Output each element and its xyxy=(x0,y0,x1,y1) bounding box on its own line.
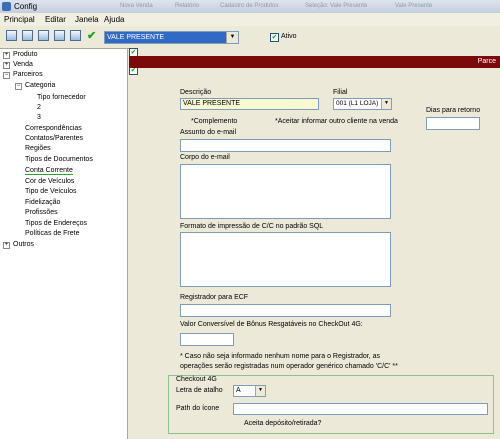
tree-item-category-2[interactable]: 2 xyxy=(37,104,41,111)
corpo-textarea[interactable] xyxy=(180,164,391,219)
valor-conversivel-label: Valor Conversível de Bônus Resgatáveis n… xyxy=(180,321,363,328)
letra-atalho-label: Letra de atalho xyxy=(176,387,223,394)
expand-icon[interactable]: + xyxy=(3,52,10,59)
expand-icon[interactable]: + xyxy=(3,62,10,69)
record-select-value: VALE PRESENTE xyxy=(105,32,227,43)
tree-item-correspondencias[interactable]: Correspondências xyxy=(25,125,82,132)
aceitar-outro-cliente-label: *Aceitar informar outro cliente na venda xyxy=(275,118,398,125)
filial-select[interactable]: 001 (L1 LOJA) ▼ xyxy=(333,98,392,110)
path-icone-input[interactable] xyxy=(233,403,488,415)
filial-label: Filial xyxy=(333,89,348,96)
ativo-label: Ativo xyxy=(281,33,297,40)
menu-editar[interactable]: Editar xyxy=(45,15,66,24)
chevron-down-icon[interactable]: ▼ xyxy=(381,99,391,109)
page-title: Parce xyxy=(477,58,496,65)
title-bar: Config Nova Venda Relatório Cadastro de … xyxy=(0,0,500,13)
chevron-down-icon[interactable]: ▼ xyxy=(226,32,238,43)
letra-atalho-select[interactable]: A ▼ xyxy=(233,385,266,397)
checkout-4g-title: Checkout 4G xyxy=(176,376,217,383)
formato-label: Formato de impressão de C/C no padrão SQ… xyxy=(180,223,324,230)
registrador-note: operações serão registradas num operador… xyxy=(180,363,398,370)
collapse-icon[interactable]: − xyxy=(15,83,22,90)
first-record-icon[interactable] xyxy=(6,30,17,41)
tree-item-tipo-veiculos[interactable]: Tipo de Veículos xyxy=(25,188,77,195)
toolbar: ✔ xyxy=(0,26,500,49)
filial-value: 001 (L1 LOJA) xyxy=(336,100,379,107)
tree-item-profissoes[interactable]: Profissões xyxy=(25,209,58,216)
tree-item-tipos-documentos[interactable]: Tipos de Documentos xyxy=(25,156,93,163)
rewind-icon[interactable] xyxy=(38,30,49,41)
tree-item-cor-veiculos[interactable]: Cor de Veículos xyxy=(25,178,74,185)
confirm-check-icon[interactable]: ✔ xyxy=(87,29,96,42)
tree-item-conta-corrente[interactable]: Conta Corrente xyxy=(25,167,73,175)
content-panel: Parce Descrição VALE PRESENTE Filial 001… xyxy=(129,48,500,438)
tree-item-parceiros[interactable]: Parceiros xyxy=(13,71,43,78)
tree-item-produto[interactable]: Produto xyxy=(13,51,38,58)
background-tab: Nova Venda xyxy=(120,3,153,9)
registrador-label: Registrador para ECF xyxy=(180,294,249,301)
background-tab: Seleção: Vale Presente xyxy=(305,3,368,9)
record-select[interactable]: VALE PRESENTE ▼ xyxy=(104,31,239,44)
assunto-input[interactable] xyxy=(180,139,391,152)
window-title: Config xyxy=(14,2,38,11)
valor-conversivel-input[interactable] xyxy=(180,333,234,346)
registrador-input[interactable] xyxy=(180,304,391,317)
dias-retorno-input[interactable] xyxy=(426,117,480,130)
chevron-down-icon[interactable]: ▼ xyxy=(255,386,265,396)
menu-janela[interactable]: Janela xyxy=(75,15,99,24)
menu-bar: Principal Editar Janela Ajuda xyxy=(0,13,500,26)
letra-atalho-value: A xyxy=(236,387,241,394)
corpo-label: Corpo do e-mail xyxy=(180,154,230,161)
tree-item-category-3[interactable]: 3 xyxy=(37,114,41,121)
assunto-label: Assunto do e-mail xyxy=(180,129,237,136)
previous-record-icon[interactable] xyxy=(22,30,33,41)
navigation-tree: + Produto + Venda − Parceiros − Categori… xyxy=(0,48,128,439)
tree-item-venda[interactable]: Venda xyxy=(13,61,33,68)
descricao-label: Descrição xyxy=(180,89,212,96)
next-record-icon[interactable] xyxy=(54,30,65,41)
path-icone-label: Path do ícone xyxy=(176,405,220,412)
registrador-note: * Caso não seja informado nenhum nome pa… xyxy=(180,353,381,360)
header-bar: Parce xyxy=(129,56,500,68)
background-tab: Cadastro de Produtos xyxy=(220,3,279,9)
formato-textarea[interactable] xyxy=(180,232,391,287)
aceita-deposito-label: Aceita depósito/retirada? xyxy=(244,420,322,427)
tree-item-tipo-fornecedor[interactable]: Tipo fornecedor xyxy=(37,94,86,101)
tree-item-regioes[interactable]: Regiões xyxy=(25,145,51,152)
tree-item-outros[interactable]: Outros xyxy=(13,241,34,248)
collapse-icon[interactable]: − xyxy=(3,72,10,79)
tree-item-politicas-frete[interactable]: Políticas de Frete xyxy=(25,230,79,237)
expand-icon[interactable]: + xyxy=(3,242,10,249)
last-record-icon[interactable] xyxy=(70,30,81,41)
tree-item-contatos[interactable]: Contatos/Parentes xyxy=(25,135,83,142)
dias-retorno-label: Dias para retorno xyxy=(426,107,481,114)
background-tab: Relatório xyxy=(175,3,200,9)
menu-principal[interactable]: Principal xyxy=(4,15,35,24)
tree-item-fidelizacao[interactable]: Fidelização xyxy=(25,199,60,206)
background-tab: Vale Presente xyxy=(395,3,433,9)
tree-item-tipos-enderecos[interactable]: Tipos de Endereços xyxy=(25,220,87,227)
descricao-input[interactable]: VALE PRESENTE xyxy=(180,98,319,110)
tree-item-categoria[interactable]: Categoria xyxy=(25,82,55,89)
ativo-checkbox[interactable]: ✔ xyxy=(270,33,279,42)
menu-ajuda[interactable]: Ajuda xyxy=(104,15,124,24)
complemento-label: *Complemento xyxy=(191,118,238,125)
app-icon xyxy=(2,2,11,11)
